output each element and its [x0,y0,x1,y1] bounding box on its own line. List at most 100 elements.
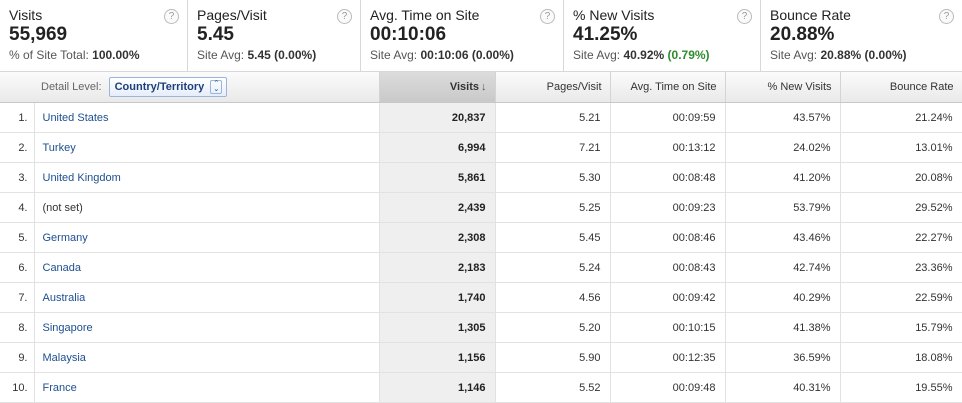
metric-value: 00:10:06 [370,24,447,45]
country-link[interactable]: Germany [43,232,88,244]
bounce-rate-cell: 22.59% [840,282,962,313]
bounce-rate-cell: 20.08% [840,162,962,193]
pages-per-visit-cell: 7.21 [495,132,611,163]
visits-cell: 1,156 [379,342,496,373]
avg-time-cell: 00:09:42 [610,282,726,313]
country-link[interactable]: United States [43,112,109,124]
country-cell: Australia [34,282,380,313]
bounce-rate-cell: 13.01% [840,132,962,163]
country-cell: Germany [34,222,380,253]
pages-per-visit-cell: 5.52 [495,372,611,403]
table-row: 7. Australia 1,740 4.56 00:09:42 40.29% 22.59% [0,282,962,313]
row-number: 9. [0,342,35,373]
country-link[interactable]: Malaysia [43,352,86,364]
visits-cell: 1,740 [379,282,496,313]
help-icon[interactable]: ? [737,9,752,24]
row-number: 6. [0,252,35,283]
country-link[interactable]: Singapore [43,322,93,334]
avg-time-cell: 00:09:23 [610,192,726,223]
metric-value: 55,969 [9,24,68,45]
detail-level-label: Detail Level: [41,80,102,93]
table-header-row: Detail Level: Country/Territory ⌃ ⌄ Visits… [0,72,962,103]
column-header-visits[interactable]: Visits ↓ [379,72,496,103]
table-row: 3. United Kingdom 5,861 5.30 00:08:48 41.20% 2… [0,162,962,193]
metric-pages-per-visit: Pages/Visit 5.45 Site Avg: 5.45 (0.00%) … [188,0,361,71]
table-row: 9. Malaysia 1,156 5.90 00:12:35 36.59% 18.08% [0,342,962,373]
metric-bounce-rate: Bounce Rate 20.88% Site Avg: 20.88% (0.0… [761,0,962,71]
bounce-rate-cell: 23.36% [840,252,962,283]
country-link[interactable]: Canada [43,262,82,274]
bounce-rate-cell: 19.55% [840,372,962,403]
row-number: 2. [0,132,35,163]
new-visits-cell: 42.74% [725,252,841,283]
row-number: 7. [0,282,35,313]
metric-value: 20.88% [770,24,835,45]
table-row: 8. Singapore 1,305 5.20 00:10:15 41.38% 15.79% [0,312,962,343]
row-number: 5. [0,222,35,253]
avg-time-cell: 00:12:35 [610,342,726,373]
metric-subtext: % of Site Total: 100.00% [9,48,140,62]
table-row: 5. Germany 2,308 5.45 00:08:46 43.46% 22.27% [0,222,962,253]
new-visits-cell: 36.59% [725,342,841,373]
column-header-pages-per-visit[interactable]: Pages/Visit [495,72,611,103]
metric-subtext: Site Avg: 20.88% (0.00%) [770,48,907,62]
avg-time-cell: 00:09:59 [610,102,726,133]
pages-per-visit-cell: 5.20 [495,312,611,343]
pages-per-visit-cell: 4.56 [495,282,611,313]
avg-time-cell: 00:09:48 [610,372,726,403]
visits-cell: 20,837 [379,102,496,133]
metric-subtext: Site Avg: 40.92% (0.79%) [573,48,710,62]
detail-level-header: Detail Level: Country/Territory ⌃ ⌄ [0,72,380,103]
summary-scorecard: Visits 55,969 % of Site Total: 100.00% ?… [0,0,962,72]
avg-time-cell: 00:10:15 [610,312,726,343]
country-cell: (not set) [34,192,380,223]
help-icon[interactable]: ? [164,9,179,24]
metric-title: Visits [9,7,43,23]
column-header-avg-time-on-site[interactable]: Avg. Time on Site [610,72,726,103]
pages-per-visit-cell: 5.24 [495,252,611,283]
help-icon[interactable]: ? [939,9,954,24]
help-icon[interactable]: ? [540,9,555,24]
metric-avg-time-on-site: Avg. Time on Site 00:10:06 Site Avg: 00:… [361,0,564,71]
new-visits-cell: 41.38% [725,312,841,343]
column-header-bounce-rate[interactable]: Bounce Rate [840,72,962,103]
country-cell: United States [34,102,380,133]
detail-level-dropdown[interactable]: Country/Territory ⌃ ⌄ [108,77,228,97]
bounce-rate-cell: 22.27% [840,222,962,253]
country-cell: Canada [34,252,380,283]
country-label: (not set) [42,201,83,214]
chevron-updown-icon: ⌃ ⌄ [210,80,223,94]
avg-time-cell: 00:08:43 [610,252,726,283]
country-cell: France [34,372,380,403]
visits-cell: 1,146 [379,372,496,403]
metric-new-visits: % New Visits 41.25% Site Avg: 40.92% (0.… [564,0,761,71]
pages-per-visit-cell: 5.25 [495,192,611,223]
table-row: 1. United States 20,837 5.21 00:09:59 43.57% 2… [0,102,962,133]
new-visits-cell: 40.29% [725,282,841,313]
table-row: 6. Canada 2,183 5.24 00:08:43 42.74% 23.36% [0,252,962,283]
visits-cell: 2,308 [379,222,496,253]
country-link[interactable]: United Kingdom [43,172,121,184]
metric-title: % New Visits [573,7,655,23]
bounce-rate-cell: 21.24% [840,102,962,133]
new-visits-cell: 43.46% [725,222,841,253]
metric-subtext: Site Avg: 5.45 (0.00%) [197,48,317,62]
avg-time-cell: 00:08:46 [610,222,726,253]
row-number: 1. [0,102,35,133]
help-icon[interactable]: ? [337,9,352,24]
bounce-rate-cell: 29.52% [840,192,962,223]
table-row: 10. France 1,146 5.52 00:09:48 40.31% 19.55% [0,372,962,403]
visits-cell: 6,994 [379,132,496,163]
country-link[interactable]: Turkey [43,142,76,154]
bounce-rate-cell: 15.79% [840,312,962,343]
pages-per-visit-cell: 5.30 [495,162,611,193]
country-cell: Malaysia [34,342,380,373]
new-visits-cell: 43.57% [725,102,841,133]
column-header-new-visits[interactable]: % New Visits [725,72,841,103]
country-link[interactable]: Australia [43,292,86,304]
country-link[interactable]: France [43,382,77,394]
table-row: 4. (not set) 2,439 5.25 00:09:23 53.79% 29.52% [0,192,962,223]
visits-cell: 5,861 [379,162,496,193]
pages-per-visit-cell: 5.90 [495,342,611,373]
avg-time-cell: 00:13:12 [610,132,726,163]
